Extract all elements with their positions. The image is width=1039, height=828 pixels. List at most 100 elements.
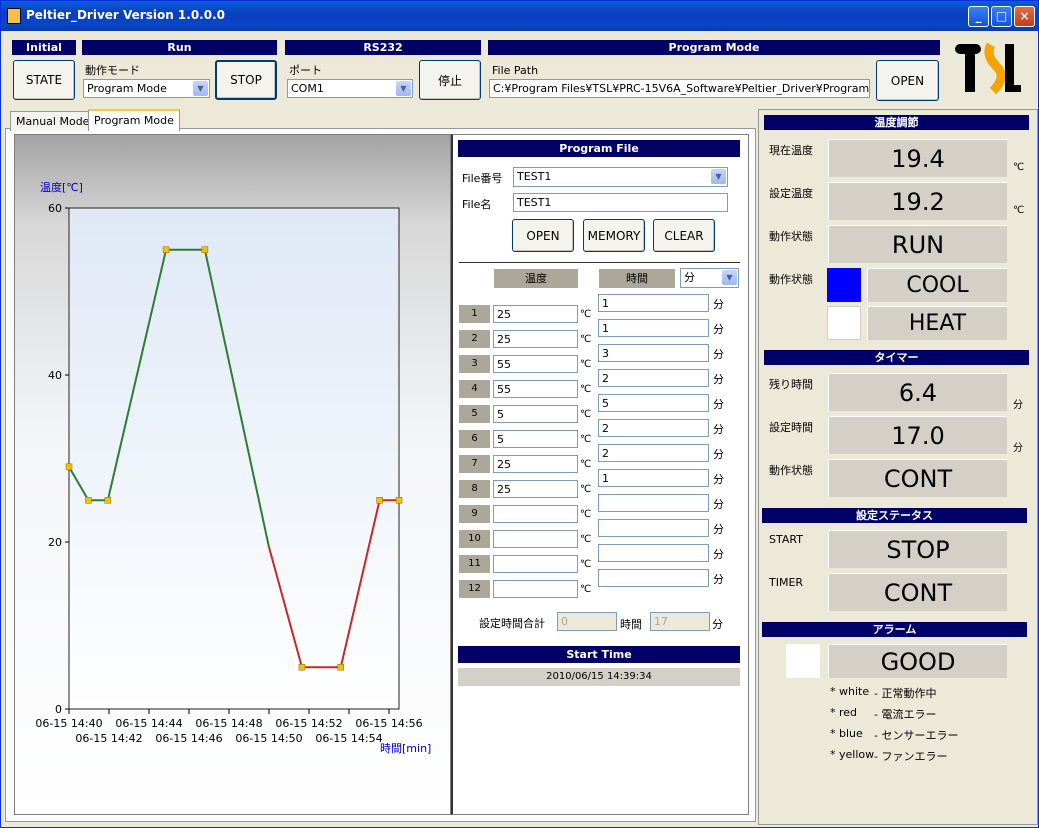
time-unit: 分	[713, 498, 724, 511]
step-temp-input[interactable]: 25	[493, 455, 578, 473]
step-number: 7	[459, 455, 490, 473]
time-unit: 分	[713, 473, 724, 486]
time-unit-select-value: 分	[684, 271, 695, 284]
timer-status-setting-label: TIMER	[769, 576, 804, 589]
x-tick-label: 06-15 14:46	[155, 732, 222, 745]
alarm-display: GOOD	[828, 644, 1007, 678]
close-button[interactable]: ×	[1014, 6, 1035, 27]
total-time-label: 設定時間合計	[479, 617, 545, 630]
app-icon	[7, 8, 21, 24]
port-select[interactable]: COM1 ▼	[287, 79, 413, 98]
clear-button[interactable]: CLEAR	[653, 219, 715, 252]
rs232-header: RS232	[285, 40, 481, 55]
current-temp-unit: ℃	[1013, 162, 1025, 173]
stop-button[interactable]: STOP	[215, 60, 277, 100]
step-time-input[interactable]	[598, 519, 709, 537]
step-temp-input[interactable]: 55	[493, 355, 578, 373]
alarm-legend-desc: - ファンエラー	[874, 750, 948, 763]
step-temp-input[interactable]	[493, 580, 578, 598]
initial-header: Initial	[12, 40, 76, 55]
file-name-label: File名	[462, 198, 492, 211]
time-unit-select[interactable]: 分 ▼	[680, 268, 739, 288]
total-minutes-field: 17	[650, 612, 710, 631]
program-file-header: Program File	[458, 140, 740, 157]
step-temp-input[interactable]: 5	[493, 430, 578, 448]
memory-button[interactable]: MEMORY	[583, 219, 645, 252]
timer-status-label: 動作状態	[769, 464, 813, 477]
current-temp-label: 現在温度	[769, 144, 813, 157]
time-unit: 分	[713, 573, 724, 586]
step-time-input[interactable]: 2	[598, 419, 709, 437]
temp-column-header: 温度	[494, 269, 578, 288]
mode-select[interactable]: Program Mode ▼	[83, 79, 210, 98]
step-time-input[interactable]: 2	[598, 444, 709, 462]
step-temp-input[interactable]	[493, 555, 578, 573]
step-time-input[interactable]	[598, 569, 709, 587]
file-no-select[interactable]: TEST1 ▼	[513, 167, 728, 187]
alarm-legend-desc: - 電流エラー	[874, 708, 937, 721]
set-time-label: 設定時間	[769, 421, 813, 434]
step-time-input[interactable]: 1	[598, 319, 709, 337]
state-button[interactable]: STATE	[13, 60, 75, 100]
set-status-header: 設定ステータス	[762, 508, 1027, 523]
current-temp-display: 19.4	[828, 139, 1007, 177]
temp-control-header: 温度調節	[764, 115, 1029, 130]
step-temp-input[interactable]: 25	[493, 480, 578, 498]
step-temp-input[interactable]: 25	[493, 305, 578, 323]
temperature-chart: 温度[℃] 時間[min] 0 20 40 60 06-15 14:40 06-15 1…	[35, 180, 431, 755]
step-number: 2	[459, 330, 490, 348]
step-time-input[interactable]: 1	[598, 294, 709, 312]
file-path-open-button[interactable]: OPEN	[876, 60, 939, 101]
tab-manual-mode[interactable]: Manual Mode	[10, 111, 96, 131]
step-number: 5	[459, 405, 490, 423]
minimize-button[interactable]: _	[968, 6, 989, 27]
step-time-input[interactable]	[598, 494, 709, 512]
cool-heat-label: 動作状態	[769, 273, 813, 286]
step-temp-input[interactable]: 25	[493, 330, 578, 348]
step-time-input[interactable]: 5	[598, 394, 709, 412]
alarm-legend-desc: - センサーエラー	[874, 729, 959, 742]
alarm-legend-desc: - 正常動作中	[874, 687, 937, 700]
step-time-input[interactable]: 3	[598, 344, 709, 362]
temp-unit: ℃	[580, 484, 592, 495]
program-open-button[interactable]: OPEN	[512, 219, 574, 252]
y-axis-label: 温度[℃]	[40, 180, 83, 194]
time-unit: 分	[713, 348, 724, 361]
set-temp-display: 19.2	[828, 182, 1007, 220]
file-no-label: File番号	[462, 172, 503, 185]
start-status-label: START	[769, 533, 803, 546]
step-temp-input[interactable]	[493, 505, 578, 523]
step-number: 9	[459, 505, 490, 523]
temp-unit: ℃	[580, 434, 592, 445]
tab-program-mode[interactable]: Program Mode	[88, 109, 180, 131]
time-unit: 分	[713, 448, 724, 461]
x-tick-label: 06-15 14:42	[75, 732, 142, 745]
time-unit: 分	[713, 398, 724, 411]
step-time-input[interactable]	[598, 544, 709, 562]
chevron-down-icon: ▼	[711, 169, 726, 184]
step-temp-input[interactable]	[493, 530, 578, 548]
step-time-input[interactable]: 1	[598, 469, 709, 487]
y-tick-label: 60	[48, 202, 62, 215]
set-temp-label: 設定温度	[769, 187, 813, 200]
temp-unit: ℃	[580, 334, 592, 345]
rs232-stop-button[interactable]: 停止	[419, 60, 481, 100]
alarm-legend-key: * blue	[830, 727, 863, 740]
step-temp-input[interactable]: 55	[493, 380, 578, 398]
temp-unit: ℃	[580, 584, 592, 595]
time-unit: 分	[713, 323, 724, 336]
data-point	[104, 497, 112, 504]
file-name-input[interactable]: TEST1	[513, 193, 728, 212]
title-bar[interactable]: Peltier_Driver Version 1.0.0.0 _ □ ×	[1, 1, 1038, 31]
temp-unit: ℃	[580, 509, 592, 520]
maximize-button[interactable]: □	[991, 6, 1012, 27]
file-path-input[interactable]: C:¥Program Files¥TSL¥PRC-15V6A_Software¥…	[489, 79, 870, 98]
temp-unit: ℃	[580, 459, 592, 470]
x-tick-label: 06-15 14:52	[275, 717, 342, 730]
x-tick-label: 06-15 14:54	[315, 732, 382, 745]
x-tick-label: 06-15 14:50	[235, 732, 302, 745]
set-time-unit: 分	[1013, 443, 1023, 454]
step-temp-input[interactable]: 5	[493, 405, 578, 423]
step-time-input[interactable]: 2	[598, 369, 709, 387]
step-number: 10	[459, 530, 490, 548]
